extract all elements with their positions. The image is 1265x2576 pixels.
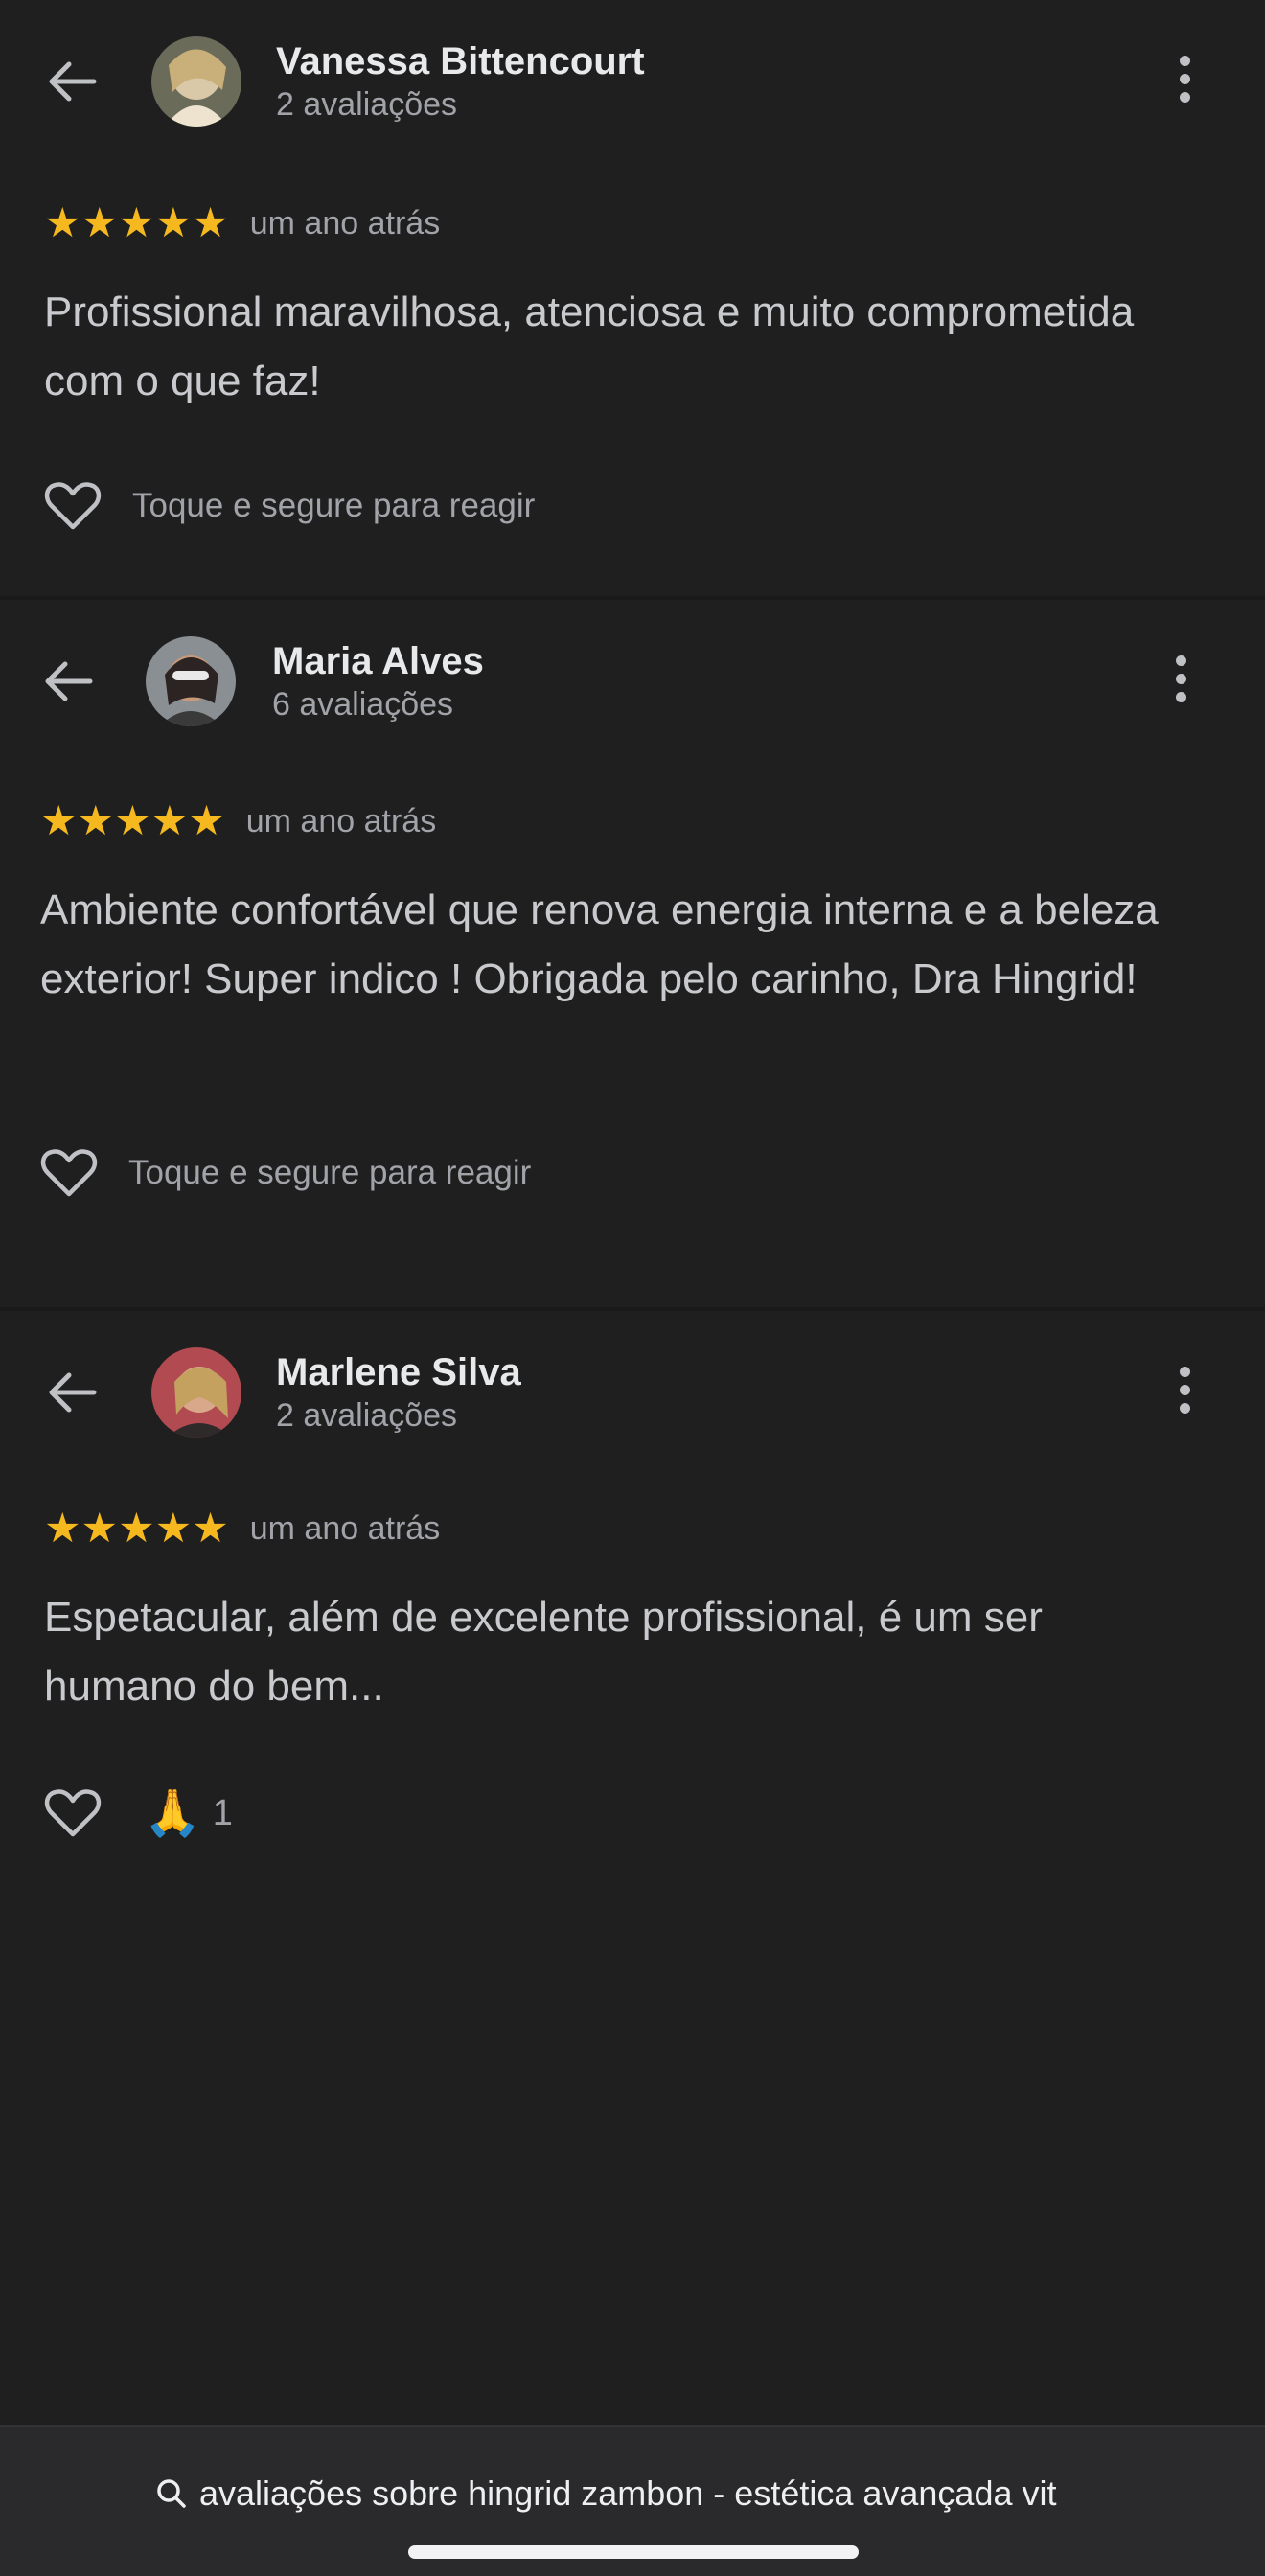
stars-icon: ★★★★★ xyxy=(40,796,225,845)
more-vert-icon xyxy=(1167,656,1194,702)
review-header: Vanessa Bittencourt 2 avaliações xyxy=(0,29,1265,134)
author-review-count: 2 avaliações xyxy=(276,86,458,123)
avatar[interactable] xyxy=(151,36,242,126)
reaction-row[interactable]: Toque e segure para reagir xyxy=(38,1142,531,1204)
back-arrow-icon xyxy=(49,1372,97,1413)
praying-hands-reaction-icon[interactable]: 🙏 xyxy=(144,1790,201,1836)
stars-icon: ★★★★★ xyxy=(44,1504,229,1552)
heart-outline-icon[interactable] xyxy=(42,475,104,537)
reaction-count: 1 xyxy=(212,1792,233,1833)
rating-row: ★★★★★ um ano atrás xyxy=(44,199,440,247)
review-header: Marlene Silva 2 avaliações xyxy=(0,1340,1265,1445)
star-rating: ★★★★★ xyxy=(44,1504,229,1552)
more-options-button[interactable] xyxy=(1171,56,1198,109)
stars-icon: ★★★★★ xyxy=(44,198,229,247)
back-button[interactable] xyxy=(46,1368,113,1416)
review-text: Ambiente confortável que renova energia … xyxy=(40,886,1159,1002)
back-arrow-icon xyxy=(45,661,93,702)
more-vert-icon xyxy=(1171,1367,1198,1414)
review-text: Espetacular, além de excelente profissio… xyxy=(44,1594,1043,1710)
heart-outline-icon[interactable] xyxy=(38,1142,100,1204)
reaction-hint: Toque e segure para reagir xyxy=(128,1154,532,1191)
review-date: um ano atrás xyxy=(249,204,441,242)
text-fade xyxy=(1056,2465,1114,2522)
reaction-row[interactable]: 🙏 1 xyxy=(42,1782,233,1844)
reaction-row[interactable]: Toque e segure para reagir xyxy=(42,475,535,537)
home-indicator[interactable] xyxy=(408,2545,859,2559)
review-date: um ano atrás xyxy=(249,1509,441,1547)
back-arrow-icon xyxy=(49,61,97,102)
browser-bottom-bar: avaliações sobre hingrid zambon - estéti… xyxy=(0,2425,1265,2576)
author-name[interactable]: Marlene Silva xyxy=(276,1351,521,1394)
back-button[interactable] xyxy=(42,657,109,705)
more-vert-icon xyxy=(1171,56,1198,103)
review-header: Maria Alves 6 avaliações xyxy=(0,629,1265,734)
avatar[interactable] xyxy=(146,636,236,726)
back-button[interactable] xyxy=(46,58,113,105)
divider xyxy=(0,596,1265,600)
divider xyxy=(0,1307,1265,1311)
star-rating: ★★★★★ xyxy=(40,796,225,845)
avatar[interactable] xyxy=(151,1347,242,1438)
rating-row: ★★★★★ um ano atrás xyxy=(44,1505,440,1552)
more-options-button[interactable] xyxy=(1171,1367,1198,1420)
review-text: Profissional maravilhosa, atenciosa e mu… xyxy=(44,288,1135,404)
heart-outline-icon[interactable] xyxy=(42,1782,104,1844)
star-rating: ★★★★★ xyxy=(44,198,229,247)
address-bar[interactable]: avaliações sobre hingrid zambon - estéti… xyxy=(155,2465,1114,2522)
reviews-page: Vanessa Bittencourt 2 avaliações ★★★★★ u… xyxy=(0,0,1265,2576)
more-options-button[interactable] xyxy=(1167,656,1194,709)
reaction-hint: Toque e segure para reagir xyxy=(132,487,536,524)
author-name[interactable]: Maria Alves xyxy=(272,640,484,683)
search-icon xyxy=(157,2479,186,2508)
author-review-count: 2 avaliações xyxy=(276,1397,458,1434)
author-name[interactable]: Vanessa Bittencourt xyxy=(276,40,645,83)
author-review-count: 6 avaliações xyxy=(272,686,454,723)
review-date: um ano atrás xyxy=(245,802,437,840)
rating-row: ★★★★★ um ano atrás xyxy=(40,797,436,845)
address-text[interactable]: avaliações sobre hingrid zambon - estéti… xyxy=(199,2473,1057,2514)
